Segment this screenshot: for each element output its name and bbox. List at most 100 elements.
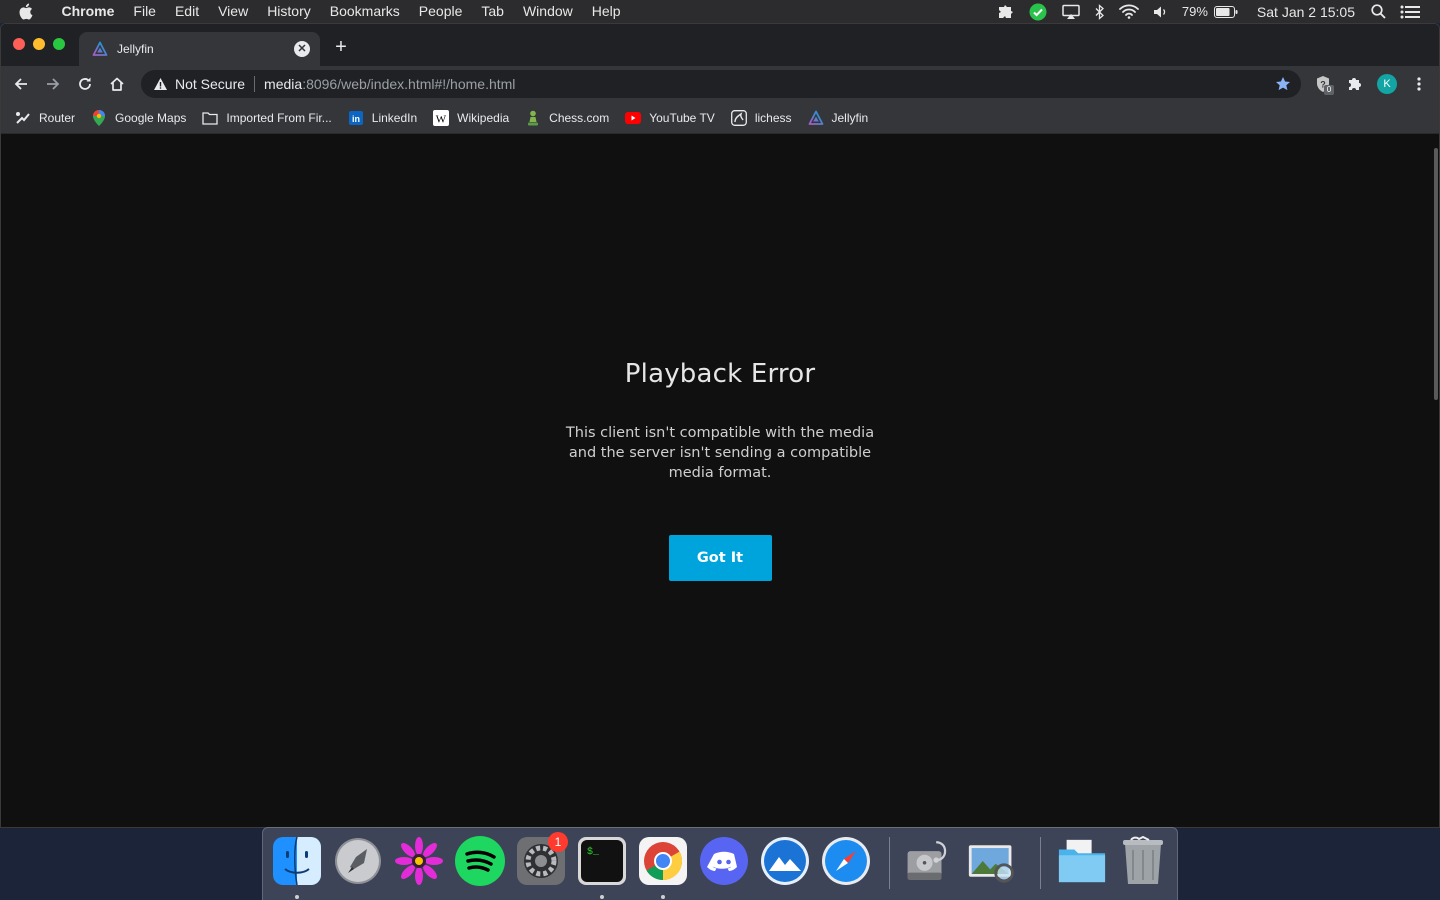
finder-icon[interactable]	[272, 836, 322, 886]
bookmark-label: Jellyfin	[831, 110, 869, 125]
bookmark-router[interactable]: Router	[15, 110, 75, 126]
bookmark-linkedin[interactable]: in LinkedIn	[348, 110, 417, 126]
bookmark-jellyfin[interactable]: Jellyfin	[808, 110, 869, 126]
back-button[interactable]	[5, 68, 37, 100]
terminal-running-dot	[600, 895, 604, 899]
airplay-icon[interactable]	[1061, 4, 1081, 20]
profile-avatar[interactable]: K	[1371, 68, 1403, 100]
profile-initial: K	[1377, 74, 1397, 94]
security-label[interactable]: Not Secure	[175, 76, 245, 92]
dock: 1 $_	[262, 827, 1178, 900]
bookmark-label: Imported From Fir...	[226, 110, 332, 125]
google-maps-icon	[91, 109, 107, 126]
bookmark-label: lichess	[754, 110, 792, 125]
menu-app-name[interactable]: Chrome	[52, 0, 124, 23]
system-preferences-icon[interactable]: 1	[516, 832, 568, 886]
bookmark-label: Wikipedia	[457, 110, 510, 125]
downloads-folder-icon[interactable]	[1057, 836, 1107, 886]
bookmark-chess[interactable]: Chess.com	[525, 110, 609, 126]
menu-window[interactable]: Window	[513, 0, 582, 23]
menu-file[interactable]: File	[124, 0, 166, 23]
browser-toolbar: Not Secure media:8096/web/index.html#!/h…	[1, 66, 1439, 102]
menu-people[interactable]: People	[409, 0, 472, 23]
menu-help[interactable]: Help	[582, 0, 630, 23]
home-button[interactable]	[101, 68, 133, 100]
bookmark-label: Router	[39, 110, 76, 125]
new-tab-button[interactable]: +	[331, 37, 351, 57]
address-bar[interactable]: Not Secure media:8096/web/index.html#!/h…	[141, 70, 1301, 98]
finder-running-dot	[295, 895, 299, 899]
bookmark-folder-imported[interactable]: Imported From Fir...	[202, 110, 332, 126]
dialog-message: This client isn't compatible with the me…	[565, 425, 875, 481]
menu-bar: Chrome File Edit View History Bookmarks …	[0, 0, 1440, 23]
safari-icon[interactable]	[821, 836, 871, 886]
spotlight-search-icon[interactable]	[1371, 4, 1386, 19]
youtube-icon	[625, 110, 642, 126]
menu-tab[interactable]: Tab	[472, 0, 514, 23]
notification-center-icon[interactable]	[1400, 5, 1420, 19]
trash-icon[interactable]	[1118, 836, 1168, 886]
router-icon	[15, 110, 31, 126]
menu-edit[interactable]: Edit	[165, 0, 208, 23]
linkedin-icon: in	[348, 110, 364, 126]
url-path: :8096/web/index.html#!/home.html	[302, 76, 516, 92]
bookmark-google-maps[interactable]: Google Maps	[91, 109, 187, 126]
warning-triangle-icon[interactable]	[153, 77, 168, 91]
flower-app-icon[interactable]	[394, 836, 444, 886]
window-minimize-button[interactable]	[33, 38, 45, 50]
preview-icon[interactable]	[967, 836, 1017, 886]
extension-badge: 0	[1324, 85, 1334, 95]
wikipedia-icon: W	[433, 109, 450, 126]
volume-icon[interactable]	[1153, 5, 1169, 19]
bookmark-label: LinkedIn	[371, 110, 418, 125]
omnibox-separator	[254, 76, 256, 92]
menu-view[interactable]: View	[209, 0, 258, 23]
scrollbar-thumb[interactable]	[1434, 148, 1438, 400]
status-area: 79% Sat Jan 2 15:05	[990, 0, 1440, 23]
window-maximize-button[interactable]	[53, 38, 65, 50]
window-close-button[interactable]	[13, 38, 25, 50]
terminal-icon[interactable]: $_	[577, 836, 627, 886]
bookmark-label: Google Maps	[115, 110, 187, 125]
bookmark-lichess[interactable]: lichess	[730, 109, 792, 126]
notification-badge: 1	[548, 832, 568, 852]
tab-close-icon[interactable]: ✕	[294, 41, 310, 57]
bookmark-label: Chess.com	[549, 110, 610, 125]
checkmark-status-icon[interactable]	[1029, 3, 1047, 21]
svg-text:W: W	[436, 113, 447, 125]
launchpad-icon[interactable]	[333, 836, 383, 886]
url-text[interactable]: media:8096/web/index.html#!/home.html	[264, 76, 515, 92]
menu-bookmarks[interactable]: Bookmarks	[320, 0, 409, 23]
kebab-menu-icon[interactable]	[1403, 68, 1435, 100]
spotify-icon[interactable]	[455, 836, 505, 886]
battery-percent: 79%	[1181, 4, 1208, 19]
chrome-running-dot	[661, 895, 665, 899]
chrome-icon[interactable]	[638, 836, 688, 886]
bookmark-wikipedia[interactable]: W Wikipedia	[433, 109, 510, 126]
forward-button[interactable]	[37, 68, 69, 100]
dialog-title: Playback Error	[624, 359, 816, 389]
wifi-icon[interactable]	[1118, 4, 1139, 19]
bookmark-star-icon[interactable]	[1275, 76, 1291, 97]
bookmark-label: YouTube TV	[649, 110, 715, 125]
menu-history[interactable]: History	[258, 0, 321, 23]
clock[interactable]: Sat Jan 2 15:05	[1257, 4, 1355, 20]
lichess-icon	[730, 109, 747, 126]
bookmark-youtube-tv[interactable]: YouTube TV	[625, 110, 715, 126]
battery-icon[interactable]	[1213, 5, 1238, 18]
tab-title: Jellyfin	[117, 42, 154, 56]
bluetooth-icon[interactable]	[1095, 3, 1105, 20]
reload-button[interactable]	[69, 68, 101, 100]
svg-text:in: in	[352, 114, 360, 124]
discord-icon[interactable]	[699, 836, 749, 886]
shield-question-icon[interactable]: ? 0	[1307, 68, 1339, 100]
apple-icon[interactable]	[18, 3, 36, 20]
dock-separator	[889, 837, 890, 889]
puzzle-status-icon[interactable]	[997, 4, 1015, 20]
extensions-puzzle-icon[interactable]	[1339, 68, 1371, 100]
got-it-button[interactable]: Got It	[668, 535, 772, 581]
tab-jellyfin[interactable]: Jellyfin ✕	[79, 32, 320, 66]
mountain-app-icon[interactable]	[760, 836, 810, 886]
disk-utility-icon[interactable]	[904, 836, 954, 886]
jellyfin-icon	[808, 110, 824, 126]
